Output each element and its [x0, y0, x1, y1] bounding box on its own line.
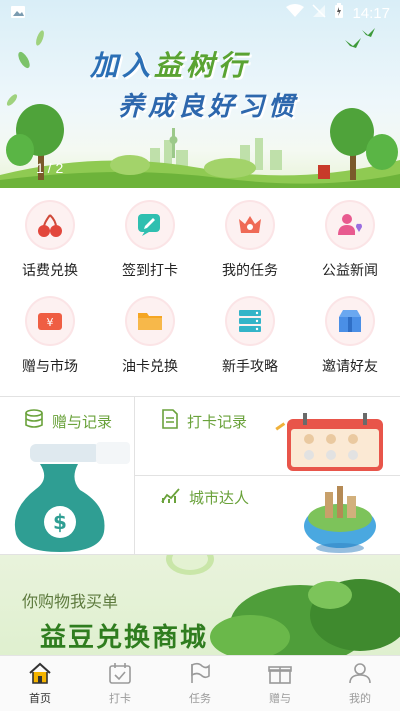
- nav-tasks[interactable]: 任务: [160, 656, 240, 711]
- svg-text:¥: ¥: [47, 316, 54, 329]
- flag-icon: [188, 662, 212, 688]
- status-bar: 14:17: [0, 0, 400, 26]
- menu-label: 新手攻略: [222, 359, 278, 375]
- menu-label: 话费兑换: [22, 263, 78, 279]
- top-banner[interactable]: 加入益树行 养成良好习惯 1 / 2: [0, 0, 400, 188]
- user-icon: [348, 662, 372, 688]
- gift-records-label: 赠与记录: [52, 412, 113, 431]
- menu-item-invite-friends[interactable]: 邀请好友: [300, 294, 400, 390]
- nav-home[interactable]: 首页: [0, 656, 80, 711]
- trend-chart-icon: [161, 486, 181, 508]
- home-icon: [28, 662, 52, 688]
- gallery-notification-icon: [10, 4, 26, 23]
- city-expert-label: 城市达人: [189, 488, 250, 507]
- menu-item-check-in[interactable]: 签到打卡: [100, 198, 200, 294]
- svg-text:$: $: [53, 510, 67, 534]
- folder-icon: [127, 298, 173, 344]
- gift-box-icon: [327, 298, 373, 344]
- menu-label: 公益新闻: [322, 263, 378, 279]
- gift-records-title: 赠与记录: [24, 409, 112, 433]
- city-expert-title: 城市达人: [161, 486, 249, 508]
- nav-gift[interactable]: 赠与: [240, 656, 320, 711]
- people-heart-icon: [327, 202, 373, 248]
- banner-subheadline: 养成良好习惯: [118, 92, 299, 122]
- menu-label: 邀请好友: [322, 359, 378, 375]
- checkin-records-label: 打卡记录: [187, 412, 248, 431]
- menu-item-phone-credit[interactable]: 话费兑换: [0, 198, 100, 294]
- globe-city-illustration: [304, 486, 376, 553]
- city-expert-card[interactable]: 城市达人: [135, 476, 400, 554]
- checkin-records-title: 打卡记录: [161, 409, 247, 433]
- no-signal-icon: [312, 4, 326, 22]
- database-icon: [24, 409, 44, 433]
- menu-item-fuel-card[interactable]: 油卡兑换: [100, 294, 200, 390]
- nav-mine[interactable]: 我的: [320, 656, 400, 711]
- nav-checkin[interactable]: 打卡: [80, 656, 160, 711]
- menu-label: 签到打卡: [122, 263, 178, 279]
- menu-label: 赠与市场: [22, 359, 78, 375]
- calendar-check-icon: [108, 662, 132, 688]
- document-icon: [161, 409, 179, 433]
- yen-ticket-icon: ¥: [27, 298, 73, 344]
- mall-promo-banner[interactable]: 你购物我买单 益豆兑换商城: [0, 555, 400, 655]
- gift-icon: [268, 662, 292, 688]
- edit-message-icon: [127, 202, 173, 248]
- menu-item-beginner-guide[interactable]: 新手攻略: [200, 294, 300, 390]
- banner-headline: 加入益树行: [90, 44, 250, 84]
- server-list-icon: [227, 298, 273, 344]
- nav-label: 打卡: [109, 691, 131, 705]
- nav-label: 首页: [29, 691, 51, 705]
- menu-label: 我的任务: [222, 263, 278, 279]
- menu-item-gift-market[interactable]: ¥ 赠与市场: [0, 294, 100, 390]
- money-bag-illustration: $: [14, 442, 130, 552]
- gift-records-card[interactable]: 赠与记录 $: [0, 397, 134, 554]
- checkin-records-card[interactable]: 打卡记录: [135, 397, 400, 475]
- wifi-icon: [286, 4, 305, 22]
- nav-label: 任务: [189, 691, 211, 705]
- battery-icon: [334, 3, 344, 23]
- nav-label: 我的: [349, 691, 371, 705]
- menu-label: 油卡兑换: [122, 359, 178, 375]
- cherry-icon: [27, 202, 73, 248]
- banner-headline-part2: 益树行: [154, 49, 251, 82]
- promo-subtitle: 你购物我买单: [22, 592, 119, 611]
- nav-label: 赠与: [269, 691, 291, 705]
- promo-title: 益豆兑换商城: [40, 623, 209, 653]
- menu-item-my-tasks[interactable]: 我的任务: [200, 198, 300, 294]
- bottom-navigation: 首页 打卡 任务 赠与 我的: [0, 655, 400, 711]
- menu-item-charity-news[interactable]: 公益新闻: [300, 198, 400, 294]
- feature-menu-grid: 话费兑换 签到打卡 我的任务 公益新闻 ¥ 赠与市场 油卡兑换 新手攻略 邀请好…: [0, 198, 400, 390]
- banner-headline-part1: 加入: [90, 49, 155, 82]
- calendar-illustration: [275, 413, 383, 471]
- crown-icon: [227, 202, 273, 248]
- clock: 14:17: [352, 4, 390, 22]
- banner-page-indicator: 1 / 2: [36, 160, 64, 176]
